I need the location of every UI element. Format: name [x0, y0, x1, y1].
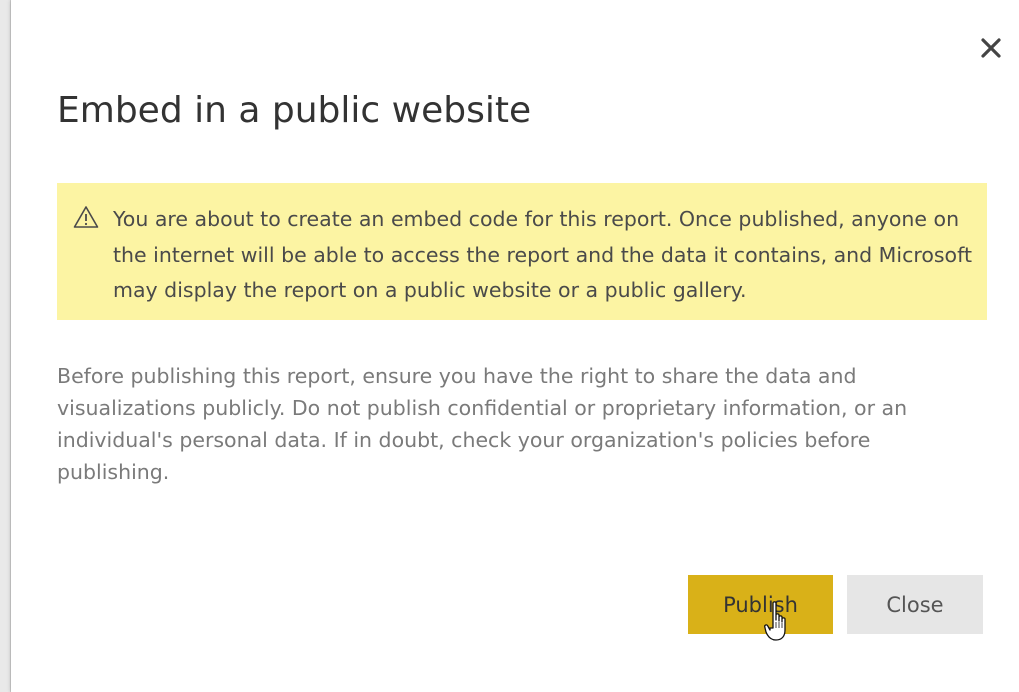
publish-button[interactable]: Publish: [688, 575, 833, 634]
warning-banner: You are about to create an embed code fo…: [57, 183, 987, 320]
warning-icon: [73, 205, 99, 229]
close-icon[interactable]: [979, 36, 1003, 60]
warning-text: You are about to create an embed code fo…: [113, 207, 972, 302]
close-button[interactable]: Close: [847, 575, 983, 634]
dialog-title: Embed in a public website: [57, 90, 532, 131]
embed-dialog: Embed in a public website You are about …: [11, 0, 1019, 692]
publishing-guidance-text: Before publishing this report, ensure yo…: [57, 364, 908, 484]
background-page-edge: [0, 0, 11, 692]
